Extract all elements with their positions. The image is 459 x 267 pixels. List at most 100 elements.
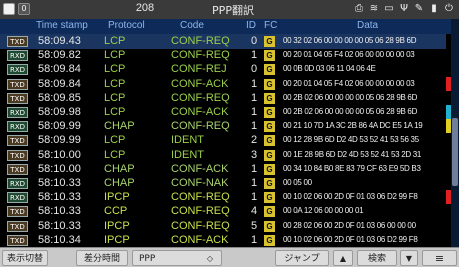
- diff-time-button[interactable]: 差分時間: [76, 250, 128, 266]
- search-button[interactable]: 検索: [357, 250, 397, 266]
- row-id: 0: [251, 63, 258, 76]
- jump-button[interactable]: ジャンプ: [275, 250, 329, 266]
- direction-badge: TXD: [7, 78, 28, 90]
- fc-badge: G: [264, 178, 275, 189]
- white-square-icon[interactable]: [3, 3, 15, 15]
- row-protocol: CHAP: [104, 177, 135, 189]
- table-row[interactable]: TXD 58:09.99 LCP IDENT 2 G 00 12 28 9B 6D D2 4…: [0, 133, 451, 149]
- table-row[interactable]: TXD 58:10.33 IPCP CONF-REQ 5 G 00 28 02 06 00 …: [0, 218, 451, 234]
- direction-badge: RXD: [7, 178, 28, 189]
- row-time: 58:09.82: [38, 49, 81, 62]
- row-id: 3: [251, 148, 258, 161]
- direction-badge: TXD: [7, 135, 28, 147]
- fc-badge: G: [264, 36, 275, 47]
- row-code: CONF-ACK: [171, 106, 229, 118]
- row-protocol: LCP: [104, 77, 126, 90]
- table-row[interactable]: TXD 58:09.84 LCP CONF-ACK 1 G 00 20 01 04 05 F…: [0, 76, 451, 92]
- row-id: 0: [251, 35, 258, 47]
- row-code: CONF-REQ: [171, 205, 230, 218]
- vertical-scrollbar[interactable]: [451, 19, 459, 247]
- bottom-toolbar: 表示切替 差分時間 PPP ◇ ジャンプ ▲ 検索 ▼ ≡: [0, 247, 459, 267]
- row-protocol: LCP: [104, 148, 126, 161]
- top-status-bar: 0 208 PPP翻訳 ⎙ ≋ ▭ Ψ ✎ ▮ ⏻: [0, 0, 459, 19]
- row-code: CONF-ACK: [171, 77, 229, 90]
- table-row[interactable]: TXD 58:10.34 IPCP CONF-ACK 1 G 00 10 02 06 00 …: [0, 232, 451, 248]
- direction-badge: RXD: [7, 107, 28, 118]
- row-id: 1: [251, 177, 258, 189]
- row-time: 58:09.84: [38, 63, 81, 76]
- row-code: CONF-REQ: [171, 191, 230, 204]
- row-time: 58:10.33: [38, 205, 81, 218]
- display-switch-button[interactable]: 表示切替: [2, 250, 48, 266]
- usb-icon: Ψ: [400, 3, 408, 14]
- wifi-icon: ≋: [369, 3, 379, 14]
- col-header-data: Data: [357, 20, 379, 31]
- row-time: 58:09.99: [38, 134, 81, 147]
- row-data: 00 1E 28 9B 6D D2 4D 53 52 41 53 2D 31: [283, 149, 422, 159]
- fc-badge: G: [264, 149, 275, 161]
- table-row[interactable]: TXD 58:09.43 LCP CONF-REQ 0 G 00 32 02 06 00 0…: [0, 34, 451, 49]
- direction-badge: RXD: [7, 121, 28, 133]
- row-protocol: IPCP: [104, 233, 130, 246]
- table-row[interactable]: RXD 58:09.84 LCP CONF-REJ 0 G 00 0B 0D 03 06 1…: [0, 62, 451, 78]
- zero-square-icon[interactable]: 0: [18, 3, 30, 15]
- row-code: CONF-ACK: [171, 162, 229, 175]
- table-row[interactable]: RXD 58:10.33 CHAP CONF-NAK 1 G 00 05 00: [0, 176, 451, 191]
- status-icons: ⎙ ≋ ▭ Ψ ✎ ▮ ⏻: [353, 2, 455, 16]
- direction-badge: TXD: [7, 220, 28, 232]
- col-header-protocol: Protocol: [108, 20, 145, 31]
- table-row[interactable]: TXD 58:09.85 LCP CONF-REQ 1 G 00 2B 02 06 00 0…: [0, 90, 451, 106]
- fc-badge: G: [264, 92, 275, 104]
- menu-icon[interactable]: ≡: [422, 250, 457, 266]
- scroll-thumb[interactable]: [452, 118, 458, 186]
- col-header-code: Code: [180, 20, 204, 31]
- row-id: 1: [251, 233, 258, 246]
- fc-badge: G: [264, 50, 275, 62]
- row-data: 00 05 00: [283, 178, 312, 187]
- fc-badge: G: [264, 64, 275, 76]
- row-code: CONF-REQ: [171, 91, 230, 104]
- table-header: Time stamp Protocol Code ID FC Data: [0, 19, 451, 34]
- direction-badge: TXD: [7, 149, 28, 161]
- row-time: 58:09.85: [38, 91, 81, 104]
- table-row[interactable]: TXD 58:10.00 CHAP CONF-ACK 1 G 00 34 10 84 B0 …: [0, 161, 451, 177]
- fc-badge: G: [264, 78, 275, 90]
- ppp-filter-select[interactable]: PPP ◇: [132, 250, 222, 266]
- row-time: 58:09.98: [38, 106, 81, 118]
- table-row[interactable]: RXD 58:10.33 IPCP CONF-REQ 1 G 00 10 02 06 00 …: [0, 190, 451, 206]
- row-id: 1: [251, 77, 258, 90]
- table-row[interactable]: TXD 58:10.00 LCP IDENT 3 G 00 1E 28 9B 6D D2 4…: [0, 147, 451, 163]
- row-time: 58:09.99: [38, 120, 81, 133]
- row-data: 00 34 10 84 B0 8E 83 79 CF 63 E9 5D B3: [283, 163, 421, 173]
- direction-badge: TXD: [7, 234, 28, 246]
- row-time: 58:10.33: [38, 191, 81, 204]
- row-protocol: CHAP: [104, 120, 135, 133]
- row-protocol: CCP: [104, 205, 128, 218]
- row-protocol: LCP: [104, 91, 126, 104]
- fc-badge: G: [264, 107, 275, 118]
- power-icon: ⏻: [445, 3, 453, 14]
- row-data: 00 2B 02 06 00 00 00 00 05 06 28 9B 6D: [283, 107, 418, 116]
- ppp-log-table: Time stamp Protocol Code ID FC Data TXD 5…: [0, 19, 451, 248]
- row-time: 58:10.33: [38, 219, 81, 232]
- row-protocol: IPCP: [104, 191, 130, 204]
- fc-badge: G: [264, 163, 275, 175]
- up-down-icon: ◇: [206, 254, 213, 263]
- col-header-id: ID: [246, 20, 256, 31]
- row-data: 00 10 02 06 00 2D 0F 01 03 06 D2 99 F8: [283, 234, 418, 244]
- table-row[interactable]: TXD 58:10.33 CCP CONF-REQ 4 G 00 0A 12 06 00 0…: [0, 204, 451, 220]
- row-code: CONF-REJ: [171, 63, 227, 76]
- row-code: CONF-ACK: [171, 233, 229, 246]
- table-row[interactable]: RXD 58:09.82 LCP CONF-REQ 1 G 00 20 01 04 05 F…: [0, 48, 451, 64]
- direction-badge: RXD: [7, 50, 28, 62]
- row-id: 1: [251, 91, 258, 104]
- table-row[interactable]: RXD 58:09.98 LCP CONF-ACK 1 G 00 2B 02 06 00 0…: [0, 105, 451, 120]
- row-id: 1: [251, 49, 258, 62]
- table-row[interactable]: RXD 58:09.99 CHAP CONF-REQ 1 G 00 21 10 7D 1A …: [0, 119, 451, 135]
- search-down-icon[interactable]: ▼: [400, 250, 418, 266]
- row-code: CONF-REQ: [171, 49, 230, 62]
- direction-badge: RXD: [7, 64, 28, 76]
- row-protocol: LCP: [104, 63, 126, 76]
- search-up-icon[interactable]: ▲: [333, 250, 353, 266]
- row-time: 58:10.00: [38, 148, 81, 161]
